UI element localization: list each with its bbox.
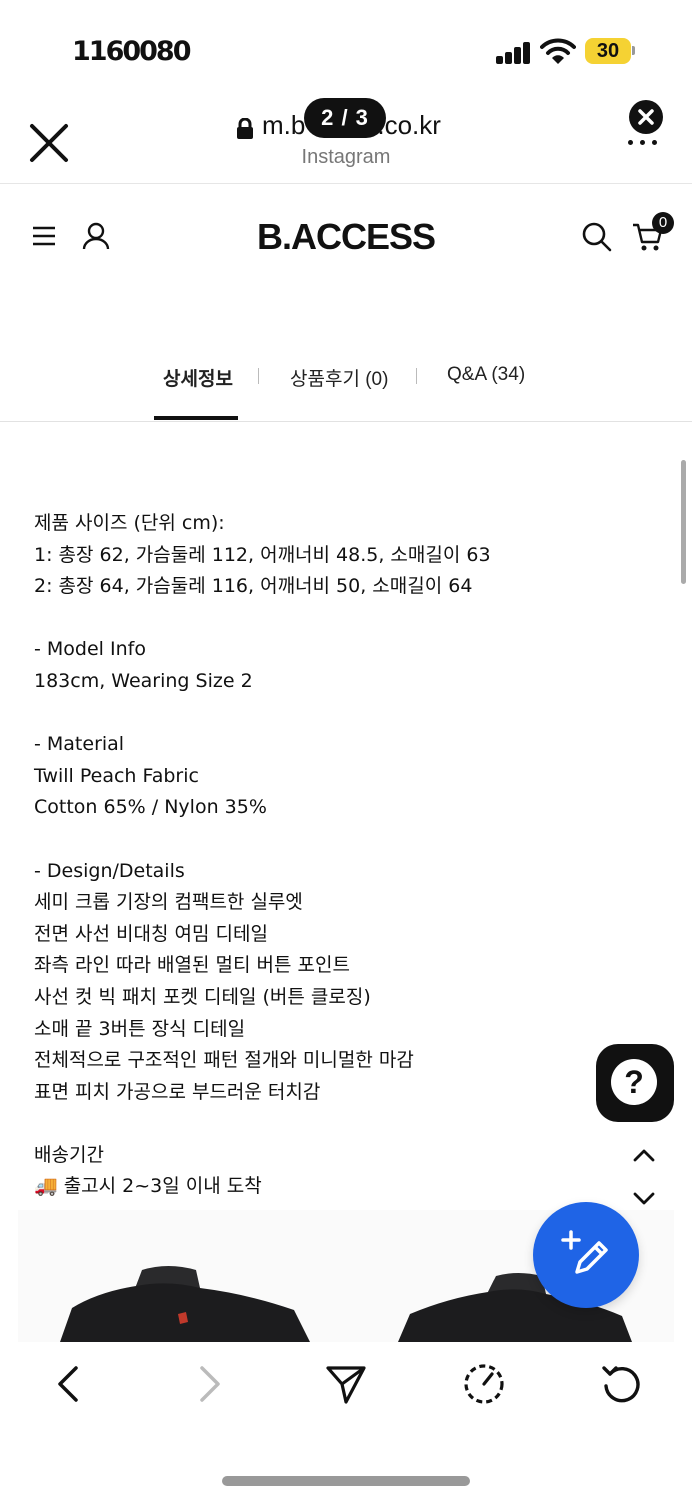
tab-divider <box>258 368 259 384</box>
home-indicator[interactable] <box>222 1476 470 1486</box>
design-line: 좌측 라인 따라 배열된 멀티 버튼 포인트 <box>34 954 350 977</box>
shipping-text: 🚚 출고시 2~3일 이내 도착 <box>34 1175 262 1198</box>
tab-reviews[interactable]: 상품후기 (0) <box>290 364 388 391</box>
lock-icon <box>237 118 253 139</box>
battery-tip <box>632 46 635 55</box>
battery-indicator: 30 <box>585 38 631 64</box>
pencil-plus-icon <box>561 1230 608 1274</box>
product-tabs: 상세정보 상품후기 (0) Q&A (34) <box>0 350 692 422</box>
browser-toolbar <box>0 1342 692 1500</box>
chevron-right-icon[interactable] <box>186 1362 230 1406</box>
cellular-signal-icon <box>496 42 532 64</box>
status-time: 1160080 <box>72 36 192 67</box>
model-info-text: 183cm, Wearing Size 2 <box>34 669 253 692</box>
design-line: 사선 컷 빅 패치 포켓 디테일 (버튼 클로징) <box>34 985 371 1008</box>
in-app-browser-header: m.b .co.kr 2 / 3 Instagram <box>0 92 692 184</box>
close-circle-icon[interactable] <box>629 100 663 134</box>
size-row-2: 2: 총장 64, 가슴둘레 116, 어깨너비 50, 소매길이 64 <box>34 575 473 598</box>
question-icon: ? <box>611 1059 657 1105</box>
material-title: - Material <box>34 733 125 756</box>
source-label: Instagram <box>301 146 391 168</box>
active-tab-indicator <box>154 416 238 420</box>
send-icon[interactable] <box>324 1362 368 1406</box>
shipping-title: 배송기간 <box>34 1143 104 1166</box>
model-info-title: - Model Info <box>34 638 146 661</box>
more-options-icon[interactable] <box>628 140 658 148</box>
product-detail-text: 제품 사이즈 (단위 cm): 1: 총장 62, 가슴둘레 112, 어깨너비… <box>34 508 614 1203</box>
tab-qna[interactable]: Q&A (34) <box>447 364 525 386</box>
chevron-left-icon[interactable] <box>48 1362 92 1406</box>
reload-icon[interactable] <box>600 1362 644 1406</box>
wifi-icon <box>540 38 576 64</box>
write-review-button[interactable] <box>533 1202 639 1308</box>
design-title: - Design/Details <box>34 859 185 882</box>
status-bar: 1160080 30 <box>0 0 692 100</box>
url-suffix: .co.kr <box>377 110 441 140</box>
material-composition: Cotton 65% / Nylon 35% <box>34 796 267 819</box>
tab-detail-info[interactable]: 상세정보 <box>163 364 233 391</box>
design-line: 전체적으로 구조적인 패턴 절개와 미니멀한 마감 <box>34 1049 414 1072</box>
scrollbar[interactable] <box>681 460 686 584</box>
url-prefix: m.b <box>262 110 306 140</box>
design-line: 표면 피치 가공으로 부드러운 터치감 <box>34 1080 321 1103</box>
material-fabric: Twill Peach Fabric <box>34 764 199 787</box>
scroll-up-icon[interactable] <box>630 1142 658 1170</box>
size-title: 제품 사이즈 (단위 cm): <box>34 512 225 534</box>
search-icon[interactable] <box>582 222 612 252</box>
design-line: 전면 사선 비대칭 여밈 디테일 <box>34 922 268 945</box>
help-chat-button[interactable]: ? <box>596 1044 674 1122</box>
size-row-1: 1: 총장 62, 가슴둘레 112, 어깨너비 48.5, 소매길이 63 <box>34 543 491 566</box>
site-header: B.ACCESS 0 <box>0 184 692 294</box>
design-line: 소매 끝 3버튼 장식 디테일 <box>34 1017 246 1040</box>
cart-count-badge: 0 <box>652 212 674 234</box>
page-counter-badge: 2 / 3 <box>304 98 386 138</box>
timer-icon[interactable] <box>462 1362 506 1406</box>
design-line: 세미 크롭 기장의 컴팩트한 실루엣 <box>34 891 303 914</box>
tab-divider <box>416 368 417 384</box>
